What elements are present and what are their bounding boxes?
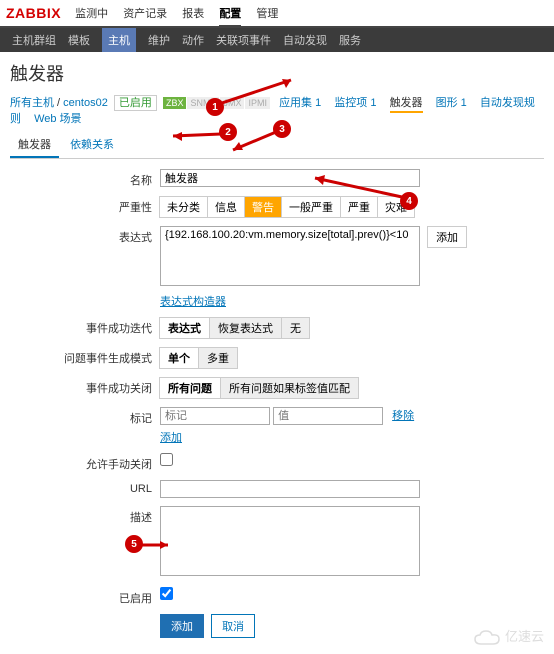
- gen-mode-group: 单个多重: [160, 347, 544, 369]
- label-enabled: 已启用: [10, 587, 160, 606]
- nav2-services[interactable]: 服务: [339, 32, 361, 48]
- label-manual-close: 允许手动关闭: [10, 453, 160, 472]
- marker-4: 4: [400, 192, 418, 210]
- ok-iter-none[interactable]: 无: [281, 317, 310, 339]
- nav2-maintenance[interactable]: 维护: [148, 32, 170, 48]
- sev-warning[interactable]: 警告: [244, 196, 282, 218]
- enabled-checkbox[interactable]: [160, 587, 173, 600]
- watermark: 亿速云: [473, 626, 544, 646]
- nav1-admin[interactable]: 管理: [256, 8, 278, 20]
- tab-trigger[interactable]: 触发器: [10, 132, 59, 158]
- manual-close-checkbox[interactable]: [160, 453, 173, 466]
- ok-iter-recov[interactable]: 恢复表达式: [209, 317, 282, 339]
- ok-close-all[interactable]: 所有问题: [159, 377, 221, 399]
- nav1-monitoring[interactable]: 监测中: [75, 8, 108, 20]
- sev-info[interactable]: 信息: [207, 196, 245, 218]
- expr-builder-link[interactable]: 表达式构造器: [160, 296, 226, 308]
- desc-input[interactable]: [160, 506, 420, 576]
- ok-close-group: 所有问题所有问题如果标签值匹配: [160, 377, 544, 399]
- tag-add-link[interactable]: 添加: [160, 432, 182, 444]
- top-nav: ZABBIX 监测中 资产记录 报表 配置 管理: [0, 0, 554, 28]
- marker-1: 1: [206, 98, 224, 116]
- tag-remove-link[interactable]: 移除: [392, 410, 414, 422]
- cancel-button[interactable]: 取消: [211, 614, 255, 638]
- link-items[interactable]: 监控项 1: [334, 97, 376, 109]
- cloud-icon: [473, 630, 501, 646]
- marker-2: 2: [219, 123, 237, 141]
- tab-deps[interactable]: 依赖关系: [62, 132, 122, 156]
- nav2-correlation[interactable]: 关联项事件: [216, 32, 271, 48]
- gen-mode-single[interactable]: 单个: [159, 347, 199, 369]
- label-ok-close: 事件成功关闭: [10, 377, 160, 396]
- label-url: URL: [10, 480, 160, 495]
- arrow-5: [138, 538, 173, 552]
- url-input[interactable]: [160, 480, 420, 498]
- nav2-hostgroups[interactable]: 主机群组: [12, 32, 56, 48]
- bc-host[interactable]: centos02: [63, 97, 108, 109]
- nav2-discovery[interactable]: 自动发现: [283, 32, 327, 48]
- nav2-actions[interactable]: 动作: [182, 32, 204, 48]
- tag-value-input[interactable]: [273, 407, 383, 425]
- arrow-2: [168, 130, 223, 142]
- nav2-hosts[interactable]: 主机: [102, 28, 136, 52]
- label-expression: 表达式: [10, 226, 160, 245]
- label-ok-iter: 事件成功迭代: [10, 317, 160, 336]
- link-graphs[interactable]: 图形 1: [436, 97, 467, 109]
- nav1-config[interactable]: 配置: [219, 8, 241, 27]
- nav1: 监测中 资产记录 报表 配置 管理: [69, 5, 284, 21]
- ok-close-tag[interactable]: 所有问题如果标签值匹配: [220, 377, 359, 399]
- expr-add-button[interactable]: 添加: [427, 226, 467, 248]
- link-triggers[interactable]: 触发器: [390, 97, 423, 113]
- ok-iter-group: 表达式恢复表达式无: [160, 317, 544, 339]
- gen-mode-multi[interactable]: 多重: [198, 347, 238, 369]
- marker-5: 5: [125, 535, 143, 553]
- arrow-4: [310, 175, 405, 200]
- badge-zbx: ZBX: [163, 97, 187, 109]
- label-tags: 标记: [10, 407, 160, 426]
- ok-iter-expr[interactable]: 表达式: [159, 317, 210, 339]
- page-body: 触发器 所有主机 / centos02 已启用 ZBXSNMPJMXIPMI 应…: [0, 52, 554, 654]
- label-desc: 描述: [10, 506, 160, 525]
- expression-input[interactable]: {192.168.100.20:vm.memory.size[total].pr…: [160, 226, 420, 286]
- label-gen-mode: 问题事件生成模式: [10, 347, 160, 366]
- link-web[interactable]: Web 场景: [34, 113, 81, 125]
- status-enabled: 已启用: [114, 95, 157, 111]
- label-name: 名称: [10, 169, 160, 188]
- label-severity: 严重性: [10, 196, 160, 215]
- bc-all-hosts[interactable]: 所有主机: [10, 97, 54, 109]
- nav2-templates[interactable]: 模板: [68, 32, 90, 48]
- logo: ZABBIX: [6, 5, 61, 21]
- nav1-inventory[interactable]: 资产记录: [123, 8, 167, 20]
- tag-name-input[interactable]: [160, 407, 270, 425]
- nav1-reports[interactable]: 报表: [182, 8, 204, 20]
- sev-notclassified[interactable]: 未分类: [159, 196, 208, 218]
- arrow-1: [216, 77, 296, 107]
- sub-nav: 主机群组 模板 主机 维护 动作 关联项事件 自动发现 服务: [0, 28, 554, 52]
- submit-button[interactable]: 添加: [160, 614, 204, 638]
- marker-3: 3: [273, 120, 291, 138]
